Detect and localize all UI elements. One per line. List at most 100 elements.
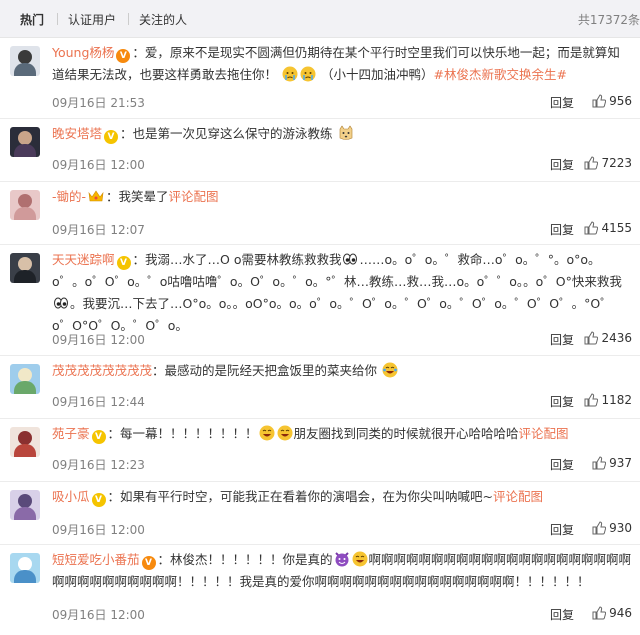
- like-button[interactable]: 946: [592, 606, 632, 620]
- comment-text: ：每一幕！！！！！！！！: [107, 426, 258, 441]
- thumbs-up-icon: [592, 606, 607, 620]
- like-count: 956: [609, 94, 632, 108]
- avatar[interactable]: [10, 553, 40, 583]
- verified-badge-icon: V: [116, 256, 131, 270]
- comment-date: 09月16日 12:07: [52, 223, 145, 237]
- comment-body: -锄的- ：我笑晕了评论配图: [52, 186, 632, 208]
- thumbs-up-icon: [592, 521, 607, 535]
- like-button[interactable]: 956: [592, 94, 632, 108]
- devil-face-icon: [334, 552, 349, 567]
- thumbs-up-icon: [584, 221, 599, 235]
- tab-hot[interactable]: 热门: [20, 11, 44, 28]
- reply-button[interactable]: 回复: [550, 156, 574, 173]
- like-button[interactable]: 1182: [584, 393, 632, 407]
- verified-badge-icon: V: [91, 430, 106, 444]
- cat-face-icon: [339, 125, 352, 140]
- comment-date: 09月16日 12:00: [52, 333, 145, 347]
- username[interactable]: 茂茂茂茂茂茂茂茂: [52, 363, 152, 378]
- comment-body: 天天迷踪啊 V ：我溺…水了…O o需要林教练救救我 ……o。o゜o。゜救命…o゜o。…: [52, 249, 632, 337]
- thumbs-up-icon: [592, 456, 607, 470]
- comment-body: 茂茂茂茂茂茂茂茂：最感动的是阮经天把盒饭里的菜夹给你: [52, 360, 632, 382]
- comment-text: ：如果有平行时空，可能我正在看着你的演唱会，在为你尖叫呐喊吧~: [107, 489, 493, 504]
- comment-body: Young杨杨 V ：爱，原来不是现实不圆满但仍期待在某个平行时空里我们可以快乐地一…: [52, 42, 632, 86]
- like-count: 1182: [601, 393, 632, 407]
- reply-button[interactable]: 回复: [550, 331, 574, 348]
- avatar[interactable]: [10, 253, 40, 283]
- comment-item: -锄的- ：我笑晕了评论配图 09月16日 12:07 回复 4155: [0, 182, 640, 245]
- comment-item: 天天迷踪啊 V ：我溺…水了…O o需要林教练救救我 ……o。o゜o。゜救命…o゜o。…: [0, 245, 640, 356]
- crown-badge-icon: [88, 190, 104, 202]
- username[interactable]: 晚安塔塔: [52, 126, 102, 141]
- tab-following[interactable]: 关注的人: [139, 11, 187, 28]
- comment-body: 短短爱吃小番茄 V ：林俊杰！！！！！！你是真的 啊啊啊啊啊啊啊啊啊啊啊啊啊啊啊啊啊啊…: [52, 549, 632, 593]
- comment-image-link[interactable]: 评论配图: [169, 189, 219, 204]
- comment-image-link[interactable]: 评论配图: [493, 489, 543, 504]
- verified-badge-icon: V: [91, 493, 106, 507]
- verified-badge-icon: V: [104, 130, 119, 144]
- verified-badge-icon: V: [116, 49, 131, 63]
- like-count: 2436: [601, 331, 632, 345]
- comment-text-cont: 。我要沉…下去了…O°o。o。。oO°o。o。o゜o。゜O゜o。゜O゜o。゜O゜…: [52, 296, 613, 333]
- avatar[interactable]: [10, 364, 40, 394]
- comment-text: ：林俊杰！！！！！！你是真的: [157, 552, 333, 567]
- crying-face-icon: [282, 66, 298, 82]
- avatar[interactable]: [10, 46, 40, 76]
- like-button[interactable]: 4155: [584, 221, 632, 235]
- grin-face-icon: [352, 551, 368, 567]
- avatar[interactable]: [10, 127, 40, 157]
- avatar[interactable]: [10, 427, 40, 457]
- avatar[interactable]: [10, 490, 40, 520]
- like-count: 937: [609, 456, 632, 470]
- tab-divider: [128, 13, 129, 25]
- crying-face-icon: [300, 66, 316, 82]
- comment-date: 09月16日 12:00: [52, 523, 145, 537]
- comment-date: 09月16日 12:00: [52, 608, 145, 622]
- like-button[interactable]: 2436: [584, 331, 632, 345]
- tab-divider: [57, 13, 58, 25]
- like-count: 930: [609, 521, 632, 535]
- username[interactable]: 天天迷踪啊: [52, 252, 115, 267]
- comment-text-tail: （小十四加油冲鸭）: [320, 67, 434, 82]
- thumbs-up-icon: [592, 94, 607, 108]
- eyes-icon: [54, 297, 68, 309]
- like-count: 4155: [601, 221, 632, 235]
- comment-tabs: 热门 认证用户 关注的人 共17372条: [0, 0, 640, 38]
- comment-item: 短短爱吃小番茄 V ：林俊杰！！！！！！你是真的 啊啊啊啊啊啊啊啊啊啊啊啊啊啊啊啊啊啊…: [0, 545, 640, 634]
- reply-button[interactable]: 回复: [550, 221, 574, 238]
- comment-date: 09月16日 12:44: [52, 395, 145, 409]
- comment-item: Young杨杨 V ：爱，原来不是现实不圆满但仍期待在某个平行时空里我们可以快乐地一…: [0, 38, 640, 119]
- username[interactable]: Young杨杨: [52, 45, 114, 60]
- eyes-icon: [343, 253, 358, 265]
- reply-button[interactable]: 回复: [550, 521, 574, 538]
- like-button[interactable]: 937: [592, 456, 632, 470]
- comment-date: 09月16日 12:00: [52, 158, 145, 172]
- grin-face-icon: [277, 425, 293, 441]
- comment-item: 吸小瓜 V ：如果有平行时空，可能我正在看着你的演唱会，在为你尖叫呐喊吧~评论配图 …: [0, 482, 640, 545]
- comment-item: 茂茂茂茂茂茂茂茂：最感动的是阮经天把盒饭里的菜夹给你 09月16日 12:44 …: [0, 356, 640, 419]
- laughing-tears-icon: [382, 362, 398, 378]
- username[interactable]: -锄的-: [52, 189, 86, 204]
- avatar[interactable]: [10, 190, 40, 220]
- reply-button[interactable]: 回复: [550, 94, 574, 111]
- comment-body: 晚安塔塔 V ：也是第一次见穿这么保守的游泳教练: [52, 123, 632, 145]
- thumbs-up-icon: [584, 331, 599, 345]
- thumbs-up-icon: [584, 393, 599, 407]
- reply-button[interactable]: 回复: [550, 393, 574, 410]
- reply-button[interactable]: 回复: [550, 606, 574, 623]
- comment-text-cont: 朋友圈找到同类的时候就很开心哈哈哈哈: [293, 426, 519, 441]
- thumbs-up-icon: [584, 156, 599, 170]
- username[interactable]: 苑子豪: [52, 426, 90, 441]
- comment-image-link[interactable]: 评论配图: [519, 426, 569, 441]
- like-button[interactable]: 930: [592, 521, 632, 535]
- reply-button[interactable]: 回复: [550, 456, 574, 473]
- verified-badge-icon: V: [141, 556, 156, 570]
- like-button[interactable]: 7223: [584, 156, 632, 170]
- comment-item: 苑子豪 V ：每一幕！！！！！！！！ 朋友圈找到同类的时候就很开心哈哈哈哈评论配图 0…: [0, 419, 640, 482]
- comment-body: 吸小瓜 V ：如果有平行时空，可能我正在看着你的演唱会，在为你尖叫呐喊吧~评论配图: [52, 486, 632, 508]
- total-comment-count: 共17372条: [577, 13, 640, 27]
- username[interactable]: 吸小瓜: [52, 489, 90, 504]
- username[interactable]: 短短爱吃小番茄: [52, 552, 140, 567]
- topic-link[interactable]: #林俊杰新歌交换余生#: [434, 67, 567, 82]
- grin-face-icon: [259, 425, 275, 441]
- tab-verified-users[interactable]: 认证用户: [68, 11, 116, 28]
